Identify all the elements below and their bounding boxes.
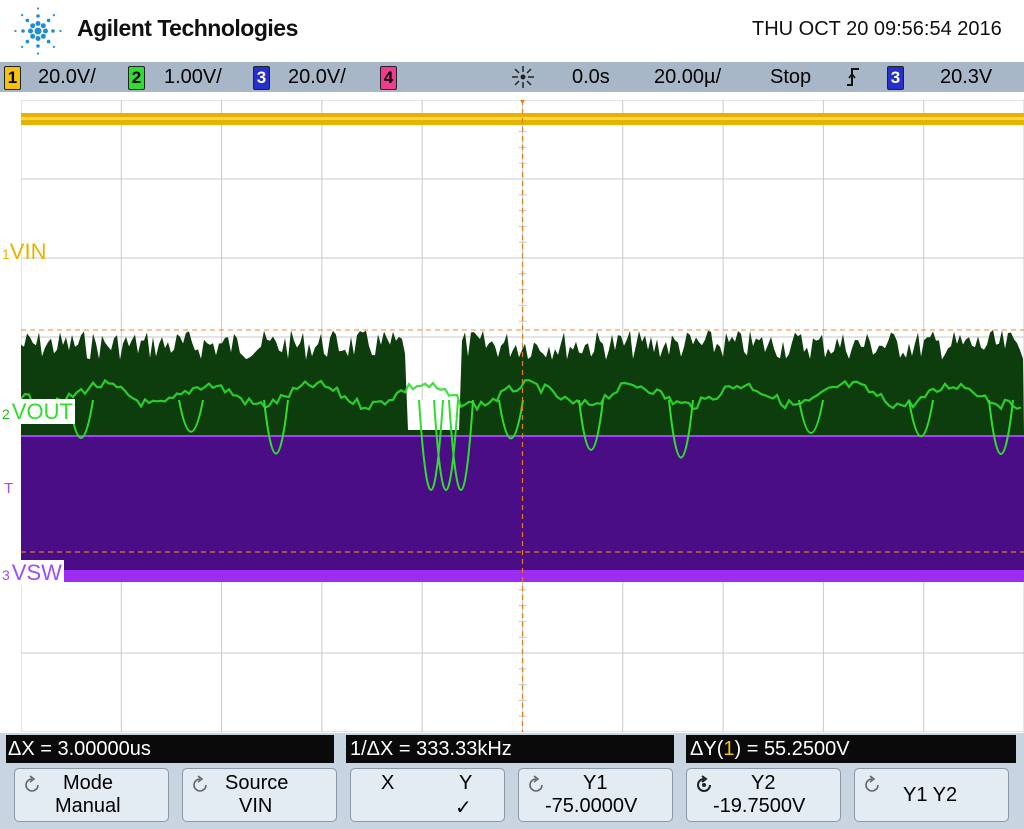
trigger-level: 20.3V xyxy=(940,66,993,88)
vin-label: VIN xyxy=(9,239,47,264)
y1-softkey[interactable]: Y1 -75.0000V xyxy=(518,768,673,822)
timebase-scale: 20.00µ/ xyxy=(654,66,722,88)
rotate-knob-icon xyxy=(865,775,879,792)
rotate-knob-active-icon xyxy=(697,775,711,792)
xy-cursor-softkey[interactable]: X Y ✓ xyxy=(350,768,505,822)
rotate-knob-icon xyxy=(193,775,207,792)
trigger-position-icon xyxy=(512,66,534,88)
channel-2-scale: 1.00V/ xyxy=(164,66,222,88)
brand-name: Agilent Technologies xyxy=(77,15,298,41)
waveform-display[interactable] xyxy=(21,100,1024,732)
channel-1-scale: 20.0V/ xyxy=(38,66,96,88)
vsw-label: VSW xyxy=(9,560,64,585)
source-softkey[interactable]: Source VIN xyxy=(182,768,337,822)
vsw-marker: 3VSW xyxy=(2,560,64,585)
y2-softkey[interactable]: Y2 -19.7500V xyxy=(686,768,841,822)
vout-marker: 2VOUT xyxy=(2,399,75,424)
channel-1-indicator[interactable]: 1 xyxy=(4,66,21,90)
rotate-knob-icon xyxy=(25,775,39,792)
channel-3-indicator[interactable]: 3 xyxy=(253,66,270,90)
y1-y2-softkey[interactable]: Y1 Y2 xyxy=(854,768,1009,822)
run-state[interactable]: Stop xyxy=(770,64,811,90)
channel-2-indicator[interactable]: 2 xyxy=(128,66,145,90)
agilent-spark-logo-icon xyxy=(14,7,62,55)
trigger-level-marker: T xyxy=(4,480,14,497)
delta-x-readout: ΔX = 3.00000us xyxy=(6,735,334,763)
y-selected-check-icon: ✓ xyxy=(455,797,472,819)
vout-label: VOUT xyxy=(9,399,75,424)
delta-y-readout: ΔY(1) = 55.2500V xyxy=(686,735,1016,763)
mode-softkey[interactable]: Mode Manual xyxy=(14,768,169,822)
channel-4-indicator[interactable]: 4 xyxy=(380,66,397,90)
date-time: THU OCT 20 09:56:54 2016 xyxy=(752,18,1002,40)
horizontal-delay: 0.0s xyxy=(572,66,610,88)
inverse-delta-x-readout: 1/ΔX = 333.33kHz xyxy=(346,735,674,763)
trigger-source-indicator[interactable]: 3 xyxy=(887,66,904,90)
vin-marker: 1VIN xyxy=(2,239,47,264)
rising-edge-trigger-icon xyxy=(847,68,859,86)
channel-3-scale: 20.0V/ xyxy=(288,66,346,88)
rotate-knob-icon xyxy=(529,775,543,792)
